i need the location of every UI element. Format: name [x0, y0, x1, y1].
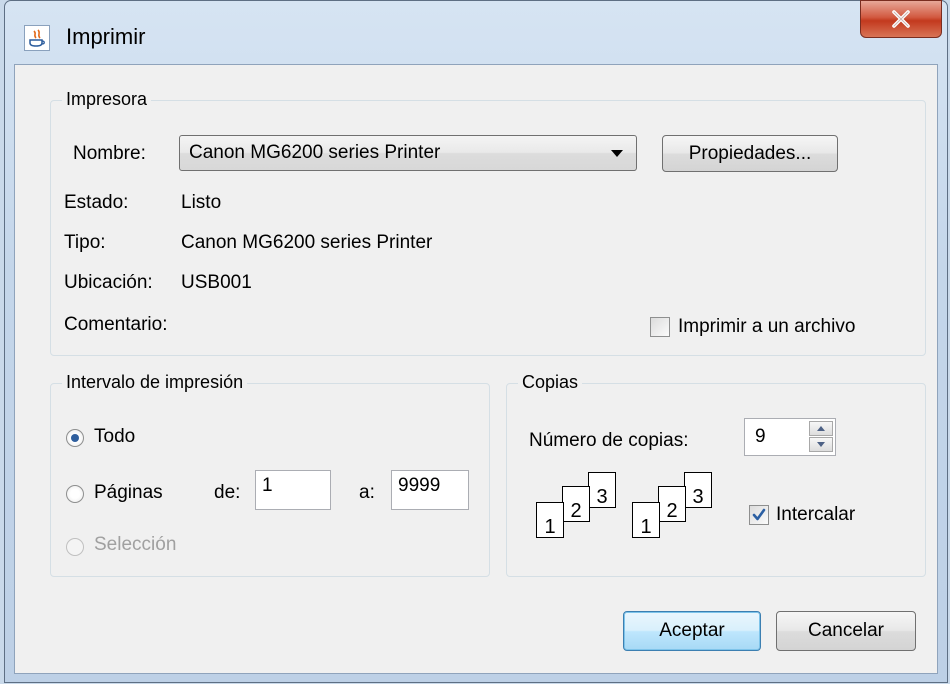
- close-icon: [892, 10, 910, 28]
- range-from-input[interactable]: 1: [255, 470, 331, 510]
- status-value: Listo: [181, 192, 222, 213]
- spinner-down-button[interactable]: [809, 437, 833, 452]
- properties-button[interactable]: Propiedades...: [662, 135, 838, 172]
- range-pages-radio[interactable]: [66, 485, 84, 503]
- print-to-file-checkbox[interactable]: [650, 317, 670, 337]
- collate-checkbox[interactable]: [749, 505, 769, 525]
- copies-count-value: 9: [755, 426, 766, 447]
- status-label: Estado:: [64, 192, 129, 213]
- range-to-label: a:: [359, 482, 375, 503]
- collate-label[interactable]: Intercalar: [776, 504, 855, 526]
- copies-count-label: Número de copias:: [529, 430, 689, 451]
- location-value: USB001: [181, 272, 252, 293]
- copies-count-spinner[interactable]: 9: [744, 418, 836, 456]
- java-app-icon: [24, 25, 50, 51]
- print-range-legend: Intervalo de impresión: [62, 372, 248, 393]
- range-all-label[interactable]: Todo: [94, 426, 135, 448]
- range-from-label: de:: [214, 482, 241, 503]
- dialog-title: Imprimir: [66, 24, 146, 49]
- radio-selected-dot: [71, 434, 79, 442]
- print-to-file-label[interactable]: Imprimir a un archivo: [678, 316, 855, 338]
- range-selection-label[interactable]: Selección: [94, 534, 176, 556]
- chevron-up-icon: [817, 426, 825, 431]
- range-pages-label[interactable]: Páginas: [94, 482, 163, 504]
- page-icon: 2: [562, 486, 590, 522]
- type-value: Canon MG6200 series Printer: [181, 232, 433, 253]
- collate-stack-1: 3 2 1: [536, 472, 618, 552]
- chevron-down-icon: [817, 442, 825, 447]
- comment-label: Comentario:: [64, 314, 168, 335]
- chevron-down-icon: [611, 150, 623, 157]
- printer-name-label: Nombre:: [73, 143, 146, 164]
- cancel-button[interactable]: Cancelar: [776, 611, 916, 651]
- page-icon: 3: [588, 472, 616, 508]
- copies-legend: Copias: [518, 372, 583, 393]
- spinner-up-button[interactable]: [809, 421, 833, 436]
- close-button[interactable]: [860, 0, 942, 38]
- range-all-radio[interactable]: [66, 429, 84, 447]
- printer-group-legend: Impresora: [62, 89, 152, 110]
- range-selection-radio[interactable]: [66, 538, 84, 556]
- checkmark-icon: [752, 508, 766, 521]
- range-to-input[interactable]: 9999: [391, 470, 469, 510]
- page-icon: 2: [658, 486, 686, 522]
- page-icon: 1: [632, 502, 660, 538]
- type-label: Tipo:: [64, 232, 106, 253]
- printer-name-select[interactable]: Canon MG6200 series Printer: [179, 135, 637, 171]
- collate-stack-2: 3 2 1: [632, 472, 714, 552]
- ok-button[interactable]: Aceptar: [623, 611, 761, 651]
- page-icon: 1: [536, 502, 564, 538]
- location-label: Ubicación:: [64, 272, 153, 293]
- page-icon: 3: [684, 472, 712, 508]
- printer-name-value: Canon MG6200 series Printer: [189, 142, 441, 163]
